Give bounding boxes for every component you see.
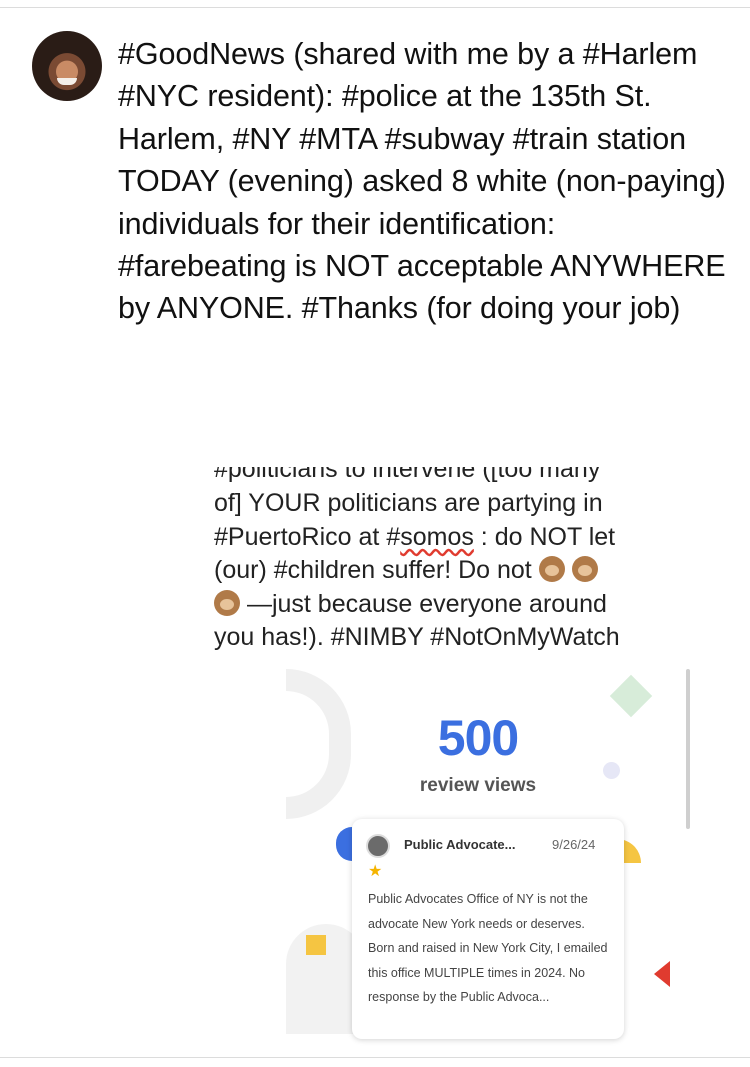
star-icon: ★: [368, 863, 383, 880]
caption-line-2c: : do NOT let: [473, 522, 616, 551]
author-avatar[interactable]: [32, 31, 102, 101]
embedded-caption: of] YOUR politicians are partying in #Pu…: [214, 487, 694, 655]
review-views-label: review views: [419, 775, 537, 796]
decor-blue-shape: [336, 827, 352, 861]
reviewer-avatar: [366, 834, 390, 858]
top-divider: [0, 7, 750, 8]
review-date: 9/26/24: [552, 837, 596, 852]
caption-line-4: —just because everyone around: [240, 589, 607, 618]
caption-line-5: you has!). #NIMBY #NotOnMyWatch: [214, 623, 620, 651]
reviewer-name: Public Advocate...: [404, 837, 516, 852]
hear-no-evil-monkey-icon: [571, 556, 598, 582]
speak-no-evil-monkey-icon: [214, 589, 240, 616]
caption-line-2a: #PuertoRico at #: [214, 522, 401, 551]
post-text: #GoodNews (shared with me by a #Harlem #…: [118, 37, 726, 326]
embedded-cut-line: #politicians to intervene ([too many: [214, 455, 601, 483]
caption-line-1: of] YOUR politicians are partying in: [214, 489, 603, 517]
misspelled-word: somos: [400, 522, 474, 551]
review-views-count: 500: [437, 710, 519, 766]
decor-yellow-square: [306, 935, 326, 955]
bottom-divider: [0, 1057, 750, 1058]
caption-line-3: (our) #children suffer! Do not: [214, 556, 539, 584]
decor-red-triangle: [654, 961, 670, 987]
see-no-evil-monkey-icon: [538, 556, 565, 582]
review-summary-panel: 500 review views Public Advocate... 9/26…: [286, 669, 698, 1039]
scrollbar[interactable]: [686, 669, 690, 829]
review-card[interactable]: Public Advocate... 9/26/24 ★ Public Advo…: [352, 819, 624, 1039]
embedded-image[interactable]: #politicians to intervene ([too many of]…: [204, 455, 700, 1055]
review-text: Public Advocates Office of NY is not the…: [368, 892, 608, 1004]
